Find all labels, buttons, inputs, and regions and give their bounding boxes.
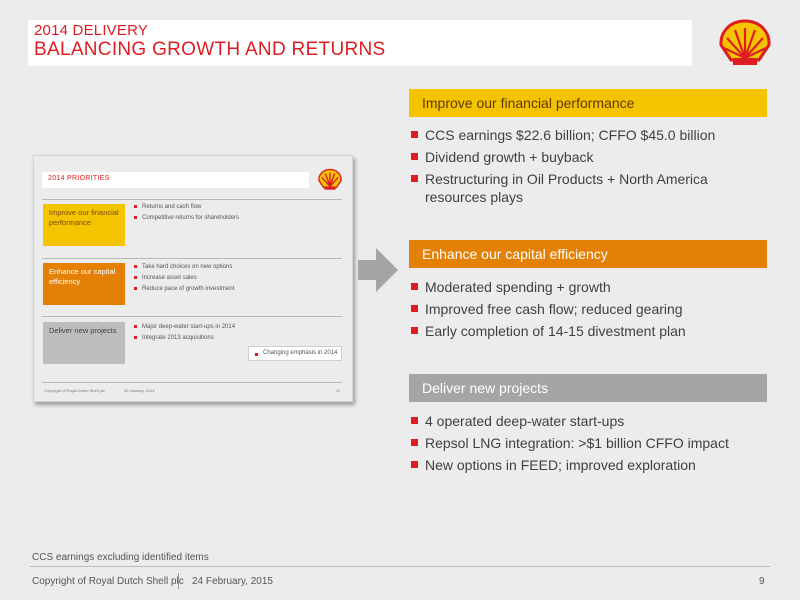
section-bullets-projects: 4 operated deep-water start-ups Repsol L… [409,412,769,478]
thumb-footer: Copyright of Royal Dutch Shell plc 30 Ja… [44,388,344,393]
thumb-row-bullets-projects: Major deep-water start-ups in 2014 Integ… [134,322,235,344]
list-item: 4 operated deep-water start-ups [409,412,769,430]
thumb-divider [42,199,342,200]
thumb-row-label-financial: Improve our financial performance [43,204,125,246]
thumb-divider [42,258,342,259]
list-item: CCS earnings $22.6 billion; CFFO $45.0 b… [409,126,769,144]
list-item: Competitive returns for shareholders [134,213,239,224]
footer-divider [30,566,770,567]
thumb-callout-tag: Changing emphasis in 2014 [248,346,342,361]
thumb-row-bullets-financial: Returns and cash flow Competitive return… [134,202,239,224]
thumb-footer-page: 11 [335,388,340,393]
list-item: Moderated spending + growth [409,278,769,296]
section-heading-projects: Deliver new projects [409,374,767,402]
thumb-row-bullets-capital: Take hard choices on new options Increas… [134,262,234,295]
list-item: Restructuring in Oil Products + North Am… [409,170,769,206]
list-item: Increase asset sales [134,273,234,284]
previous-slide-thumbnail: 2014 PRIORITIES Improve our financial pe… [33,155,353,402]
list-item: Repsol LNG integration: >$1 billion CFFO… [409,434,769,452]
title-box: 2014 DELIVERY BALANCING GROWTH AND RETUR… [28,20,692,66]
footnote: CCS earnings excluding identified items [32,552,209,563]
list-item: Returns and cash flow [134,202,239,213]
thumb-divider [42,316,342,317]
thumb-footer-copyright: Copyright of Royal Dutch Shell plc [44,388,105,393]
list-item: Reduce pace of growth investment [134,284,234,295]
section-bullets-capital: Moderated spending + growth Improved fre… [409,278,769,344]
thumb-row-label-capital: Enhance our capital efficiency [43,263,125,305]
thumb-footer-date: 30 January, 2014 [124,388,155,393]
thumb-divider [42,382,342,383]
thumb-row-label-projects: Deliver new projects [43,322,125,364]
list-item: Early completion of 14-15 divestment pla… [409,322,769,340]
slide-title: BALANCING GROWTH AND RETURNS [34,39,386,60]
section-bullets-financial: CCS earnings $22.6 billion; CFFO $45.0 b… [409,126,769,210]
list-item: Major deep-water start-ups in 2014 [134,322,235,333]
shell-logo-icon [717,18,773,70]
slide-supertitle: 2014 DELIVERY [34,22,149,39]
list-item: Dividend growth + buyback [409,148,769,166]
section-heading-financial: Improve our financial performance [409,89,767,117]
list-item: Integrate 2013 acquisitions [134,333,235,344]
list-item: Improved free cash flow; reduced gearing [409,300,769,318]
page-number: 9 [759,576,765,587]
thumb-title-box: 2014 PRIORITIES [42,172,309,188]
list-item: New options in FEED; improved exploratio… [409,456,769,474]
arrow-right-icon [358,248,398,297]
thumb-title: 2014 PRIORITIES [48,175,110,182]
footer-copyright: Copyright of Royal Dutch Shell plc [32,576,184,587]
list-item: Take hard choices on new options [134,262,234,273]
footer-date: 24 February, 2015 [192,576,273,587]
thumb-shell-logo-icon [317,168,343,192]
footer-separator [178,573,179,589]
section-heading-capital: Enhance our capital efficiency [409,240,767,268]
